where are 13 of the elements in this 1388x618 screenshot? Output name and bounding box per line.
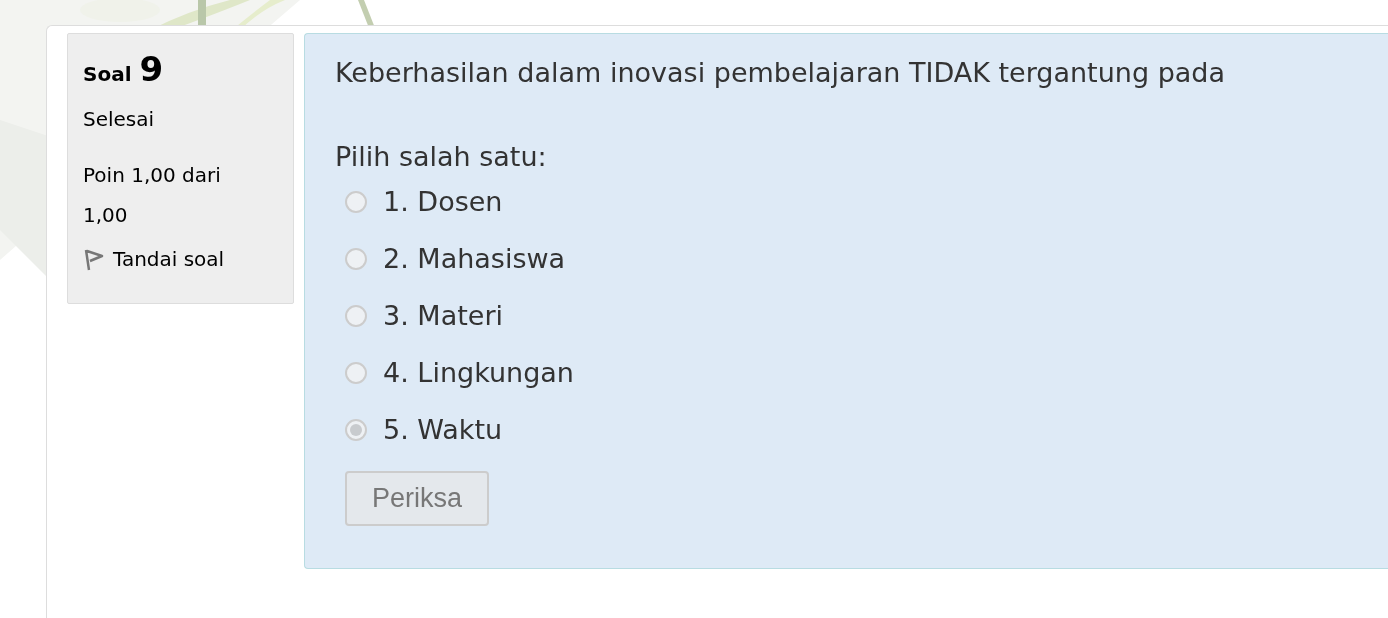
- option-label: 5. Waktu: [383, 414, 503, 445]
- question-state: Selesai: [83, 106, 156, 133]
- option-label: 1. Dosen: [383, 186, 503, 217]
- flag-question-link[interactable]: Tandai soal: [83, 247, 225, 271]
- question-text: Keberhasilan dalam inovasi pembelajaran TIDAK tergantung pada: [335, 56, 1227, 89]
- question-grade: Poin 1,00 dari 1,00: [83, 162, 222, 229]
- flag-icon: [83, 247, 105, 271]
- option-label: 2. Mahasiswa: [383, 243, 566, 274]
- answer-prompt: Pilih salah satu:: [335, 140, 548, 173]
- option-label: 3. Materi: [383, 300, 503, 331]
- option-label: 4. Lingkungan: [383, 357, 574, 388]
- question-number: 9: [139, 52, 164, 86]
- question-label: Soal: [83, 62, 132, 86]
